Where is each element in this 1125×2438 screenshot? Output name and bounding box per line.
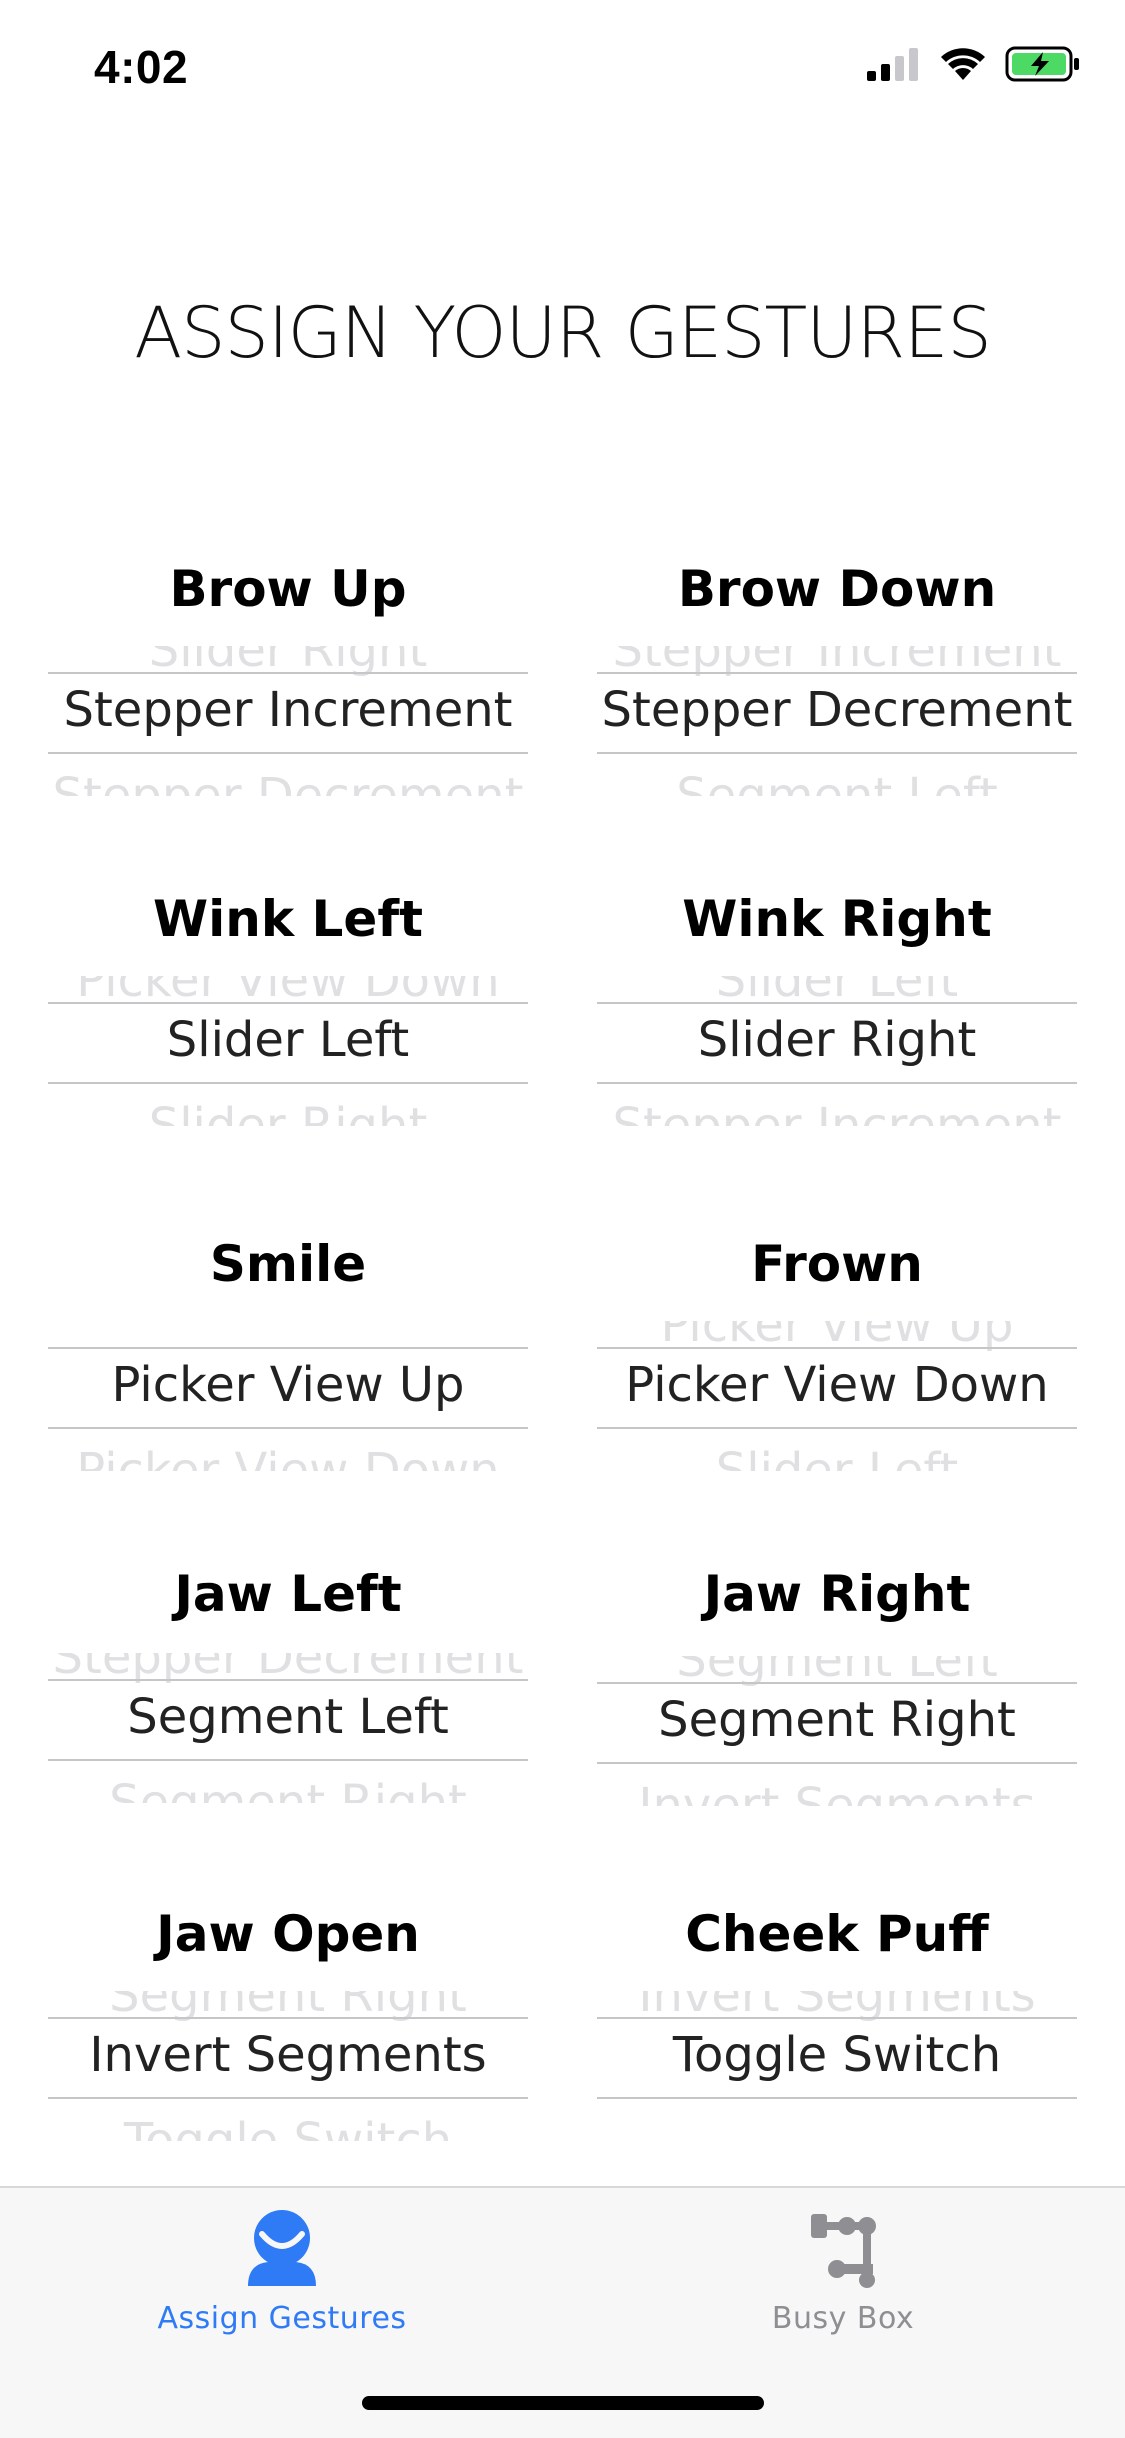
home-indicator [362, 2396, 764, 2410]
gesture-heading: Brow Up [169, 560, 407, 618]
gesture-grid: Brow Up Slider Right Stepper Increment S… [0, 0, 1125, 2180]
picker-divider [48, 1427, 528, 1429]
gesture-picker[interactable]: Stepper Decrement Segment Left Segment R… [48, 1653, 528, 1803]
picker-divider [597, 1082, 1077, 1084]
picker-option-below[interactable]: Segment Left [597, 768, 1077, 796]
picker-selected-option[interactable]: Slider Right [597, 1012, 1077, 1068]
gesture-heading: Smile [209, 1235, 367, 1293]
picker-selected-option[interactable]: Invert Segments [48, 2027, 528, 2083]
picker-option-below[interactable]: Slider Right [48, 1098, 528, 1126]
picker-divider [597, 2017, 1077, 2019]
gesture-picker[interactable]: Picker View Up Picker View Down Slider L… [597, 1321, 1077, 1471]
person-icon [248, 2210, 316, 2286]
gesture-heading: Cheek Puff [685, 1905, 989, 1963]
gesture-picker[interactable]: Picker View Down Slider Left Slider Righ… [48, 976, 528, 1126]
tab-label: Busy Box [771, 2301, 915, 2336]
picker-selected-option[interactable]: Toggle Switch [597, 2027, 1077, 2083]
gesture-heading: Jaw Right [703, 1565, 971, 1623]
picker-option-below[interactable]: Segment Right [48, 1775, 528, 1803]
picker-divider [48, 1759, 528, 1761]
picker-divider [48, 2097, 528, 2099]
picker-divider [597, 1762, 1077, 1764]
gesture-picker[interactable]: Slider Right Stepper Increment Stepper D… [48, 646, 528, 796]
gesture-heading: Jaw Open [156, 1905, 420, 1963]
gesture-picker[interactable]: Segment Left Segment Right Invert Segmen… [597, 1656, 1077, 1806]
picker-divider [48, 1347, 528, 1349]
picker-option-below[interactable]: Picker View Down [48, 1443, 528, 1471]
picker-divider [597, 2097, 1077, 2099]
picker-selected-option[interactable]: Segment Left [48, 1689, 528, 1745]
picker-selected-option[interactable]: Picker View Up [48, 1357, 528, 1413]
picker-divider [597, 1347, 1077, 1349]
picker-divider [597, 1682, 1077, 1684]
picker-option-below[interactable]: Invert Segments [597, 1778, 1077, 1806]
picker-divider [48, 752, 528, 754]
picker-divider [597, 752, 1077, 754]
picker-option-below[interactable]: Slider Left [597, 1443, 1077, 1471]
picker-divider [48, 1002, 528, 1004]
picker-selected-option[interactable]: Stepper Increment [48, 682, 528, 738]
picker-selected-option[interactable]: Stepper Decrement [597, 682, 1077, 738]
gesture-picker[interactable]: Invert Segments Toggle Switch [597, 1991, 1077, 2141]
picker-option-below[interactable]: Stepper Increment [597, 1098, 1077, 1126]
picker-selected-option[interactable]: Picker View Down [597, 1357, 1077, 1413]
picker-option-below[interactable]: Stepper Decrement [48, 768, 528, 796]
picker-selected-option[interactable]: Segment Right [597, 1692, 1077, 1748]
picker-divider [48, 672, 528, 674]
tab-busy-box[interactable]: Busy Box [643, 2208, 1043, 2336]
picker-divider [597, 672, 1077, 674]
picker-divider [48, 1679, 528, 1681]
tab-label: Assign Gestures [157, 2301, 407, 2336]
gesture-heading: Frown [751, 1235, 923, 1293]
gesture-picker[interactable]: Stepper Increment Stepper Decrement Segm… [597, 646, 1077, 796]
picker-divider [48, 1082, 528, 1084]
gesture-picker[interactable]: Slider Left Slider Right Stepper Increme… [597, 976, 1077, 1126]
controls-icon [811, 2214, 876, 2288]
gesture-heading: Wink Left [153, 890, 423, 948]
picker-divider [597, 1427, 1077, 1429]
picker-option-below[interactable]: Toggle Switch [48, 2113, 528, 2141]
gesture-picker[interactable]: Segment Right Invert Segments Toggle Swi… [48, 1991, 528, 2141]
tab-assign-gestures[interactable]: Assign Gestures [82, 2208, 482, 2336]
gesture-heading: Wink Right [682, 890, 992, 948]
gesture-heading: Jaw Left [174, 1565, 402, 1623]
picker-divider [48, 2017, 528, 2019]
gesture-picker[interactable]: Picker View Up Picker View Down [48, 1321, 528, 1471]
gesture-heading: Brow Down [677, 560, 997, 618]
picker-divider [597, 1002, 1077, 1004]
picker-selected-option[interactable]: Slider Left [48, 1012, 528, 1068]
